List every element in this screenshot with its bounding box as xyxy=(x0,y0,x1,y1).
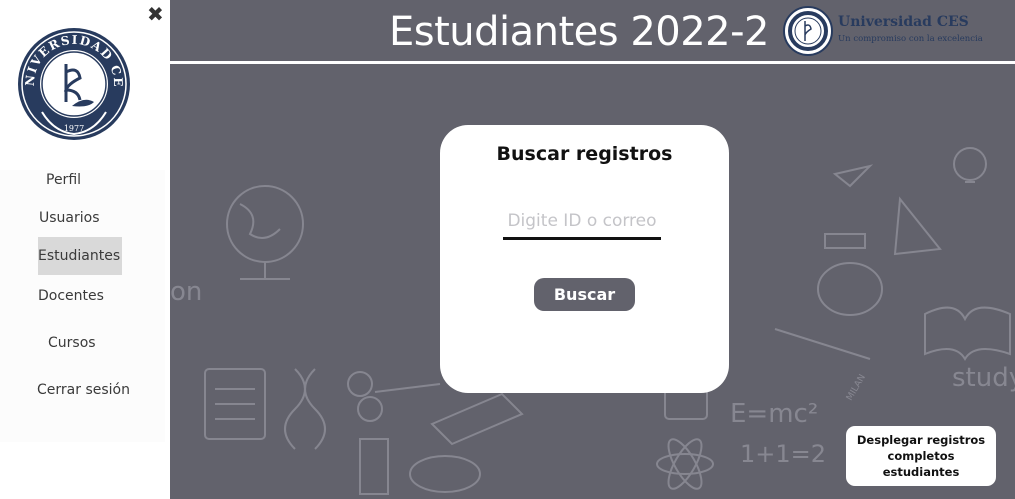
university-seal-icon xyxy=(783,6,833,56)
doodle-text-study: study xyxy=(952,363,1015,393)
doodle-text-on: on xyxy=(170,277,202,307)
header-divider xyxy=(170,61,1015,64)
sidebar-item-estudiantes[interactable]: Estudiantes xyxy=(38,237,122,275)
sidebar-item-usuarios[interactable]: Usuarios xyxy=(39,210,100,226)
show-full-records-button[interactable]: Desplegar registros completos estudiante… xyxy=(846,426,996,486)
page-title: Estudiantes 2022-2 xyxy=(388,9,770,55)
university-logo: UNIVERSIDAD CES 1977 xyxy=(14,24,130,140)
doodle-text-emc2: E=mc² xyxy=(730,399,818,429)
doodle-text-milan: MILAN xyxy=(845,373,868,403)
globe-doodle xyxy=(226,185,304,263)
brand-name: Universidad CES xyxy=(838,14,969,30)
search-input[interactable] xyxy=(503,205,661,240)
sidebar-item-cerrar-sesion[interactable]: Cerrar sesión xyxy=(37,382,130,398)
sidebar: ✖ UNIVERSIDAD CES 1977 Perfil Usuarios E… xyxy=(0,0,170,499)
header-bar: Estudiantes 2022-2 Universidad CES Un co… xyxy=(170,0,1015,64)
sidebar-item-cursos[interactable]: Cursos xyxy=(48,335,96,351)
search-card: Buscar registros Buscar xyxy=(440,125,729,393)
search-card-title: Buscar registros xyxy=(496,143,673,165)
close-icon[interactable]: ✖ xyxy=(147,4,164,24)
brand-tagline: Un compromiso con la excelencia xyxy=(838,34,983,44)
search-button[interactable]: Buscar xyxy=(534,278,635,311)
sidebar-item-docentes[interactable]: Docentes xyxy=(38,288,104,304)
brand-logo: Universidad CES Un compromiso con la exc… xyxy=(783,6,983,58)
logo-year: 1977 xyxy=(64,124,84,133)
sidebar-item-perfil[interactable]: Perfil xyxy=(46,172,81,188)
doodle-text-math: 1+1=2 xyxy=(740,440,826,468)
